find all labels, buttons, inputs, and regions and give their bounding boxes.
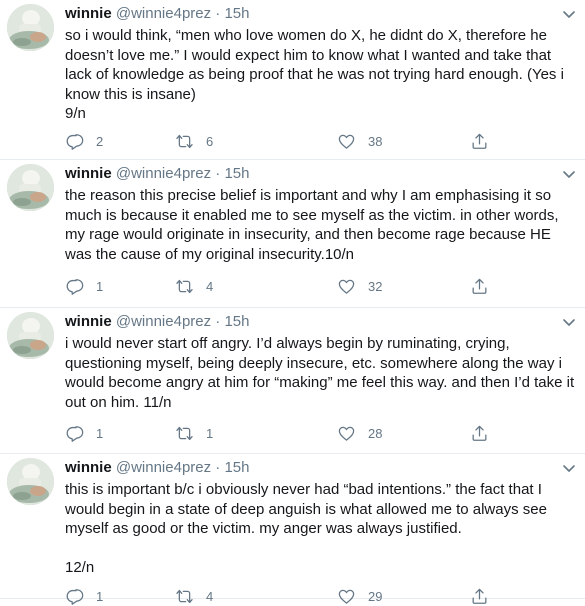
retweet-count: 6 xyxy=(206,133,214,149)
reply-icon xyxy=(66,588,84,605)
retweet-count: 1 xyxy=(206,425,214,441)
separator-dot: · xyxy=(215,313,221,330)
heart-icon xyxy=(338,279,355,294)
tweet-header: winnie @winnie4prez · 15h xyxy=(65,164,577,184)
avatar[interactable] xyxy=(7,4,54,51)
timestamp[interactable]: 15h xyxy=(224,165,249,182)
reply-button[interactable]: 1 xyxy=(65,586,103,606)
retweet-icon xyxy=(176,589,193,603)
like-count: 38 xyxy=(368,133,383,149)
retweet-button[interactable]: 4 xyxy=(175,276,213,296)
separator-dot: · xyxy=(215,165,221,182)
display-name[interactable]: winnie xyxy=(65,459,112,476)
tweet-actions: 1 4 29 xyxy=(65,586,545,606)
tweet-text: the reason this precise belief is import… xyxy=(65,187,563,263)
retweet-button[interactable]: 1 xyxy=(175,423,213,443)
user-handle[interactable]: @winnie4prez xyxy=(116,459,211,476)
reply-button[interactable]: 2 xyxy=(65,131,103,151)
display-name[interactable]: winnie xyxy=(65,165,112,182)
retweet-icon xyxy=(176,134,193,148)
tweet-text: i would never start off angry. I’d alway… xyxy=(65,335,579,411)
tweet-text: so i would think, “men who love women do… xyxy=(65,27,564,122)
tweet-content: winnie @winnie4prez · 15h this is import… xyxy=(65,458,577,578)
tweet-header: winnie @winnie4prez · 15h xyxy=(65,458,577,478)
retweet-icon xyxy=(176,279,193,293)
separator-dot: · xyxy=(215,459,221,476)
like-button[interactable]: 32 xyxy=(337,276,382,296)
chevron-down-icon[interactable] xyxy=(561,6,577,22)
avatar-image xyxy=(7,4,54,51)
share-icon xyxy=(472,425,487,441)
share-icon xyxy=(472,278,487,294)
timestamp[interactable]: 15h xyxy=(224,5,249,22)
heart-icon xyxy=(338,134,355,149)
reply-count: 2 xyxy=(96,133,104,149)
display-name[interactable]: winnie xyxy=(65,5,112,22)
user-handle[interactable]: @winnie4prez xyxy=(116,165,211,182)
like-count: 29 xyxy=(368,588,383,604)
reply-count: 1 xyxy=(96,588,104,604)
reply-count: 1 xyxy=(96,425,104,441)
tweet[interactable]: winnie @winnie4prez · 15h i would never … xyxy=(0,308,585,454)
heart-icon xyxy=(338,426,355,441)
share-button[interactable] xyxy=(470,276,489,296)
reply-icon xyxy=(66,133,84,150)
like-count: 28 xyxy=(368,425,383,441)
share-icon xyxy=(472,133,487,149)
tweet-content: winnie @winnie4prez · 15h i would never … xyxy=(65,312,577,412)
heart-icon xyxy=(338,589,355,604)
chevron-down-icon[interactable] xyxy=(561,460,577,476)
tweet[interactable]: winnie @winnie4prez · 15h so i would thi… xyxy=(0,0,585,160)
tweet-content: winnie @winnie4prez · 15h the reason thi… xyxy=(65,164,577,264)
chevron-down-icon[interactable] xyxy=(561,314,577,330)
tweet-actions: 1 1 28 xyxy=(65,423,545,443)
tweet-actions: 2 6 38 xyxy=(65,131,545,151)
chevron-down-icon[interactable] xyxy=(561,166,577,182)
avatar[interactable] xyxy=(7,458,54,505)
tweet-content: winnie @winnie4prez · 15h so i would thi… xyxy=(65,4,577,124)
avatar[interactable] xyxy=(7,164,54,211)
tweet-header: winnie @winnie4prez · 15h xyxy=(65,312,577,332)
timestamp[interactable]: 15h xyxy=(224,459,249,476)
tweet-text: this is important b/c i obviously never … xyxy=(65,481,547,576)
reply-button[interactable]: 1 xyxy=(65,423,103,443)
reply-count: 1 xyxy=(96,278,104,294)
retweet-count: 4 xyxy=(206,588,214,604)
retweet-icon xyxy=(176,426,193,440)
reply-icon xyxy=(66,278,84,295)
like-button[interactable]: 29 xyxy=(337,586,382,606)
share-button[interactable] xyxy=(470,131,489,151)
reply-icon xyxy=(66,425,84,442)
tweet-actions: 1 4 32 xyxy=(65,276,545,296)
avatar-image xyxy=(7,458,54,505)
tweet-header: winnie @winnie4prez · 15h xyxy=(65,4,577,24)
avatar-image xyxy=(7,164,54,211)
tweet[interactable]: winnie @winnie4prez · 15h the reason thi… xyxy=(0,160,585,308)
like-count: 32 xyxy=(368,278,383,294)
retweet-button[interactable]: 6 xyxy=(175,131,213,151)
timestamp[interactable]: 15h xyxy=(224,313,249,330)
share-button[interactable] xyxy=(470,423,489,443)
like-button[interactable]: 38 xyxy=(337,131,382,151)
tweet[interactable]: winnie @winnie4prez · 15h this is import… xyxy=(0,454,585,605)
reply-button[interactable]: 1 xyxy=(65,276,103,296)
share-icon xyxy=(472,588,487,604)
retweet-button[interactable]: 4 xyxy=(175,586,213,606)
timeline: winnie @winnie4prez · 15h so i would thi… xyxy=(0,0,585,605)
avatar[interactable] xyxy=(7,312,54,359)
display-name[interactable]: winnie xyxy=(65,313,112,330)
retweet-count: 4 xyxy=(206,278,214,294)
separator-dot: · xyxy=(215,5,221,22)
user-handle[interactable]: @winnie4prez xyxy=(116,5,211,22)
avatar-image xyxy=(7,312,54,359)
like-button[interactable]: 28 xyxy=(337,423,382,443)
share-button[interactable] xyxy=(470,586,489,606)
user-handle[interactable]: @winnie4prez xyxy=(116,313,211,330)
